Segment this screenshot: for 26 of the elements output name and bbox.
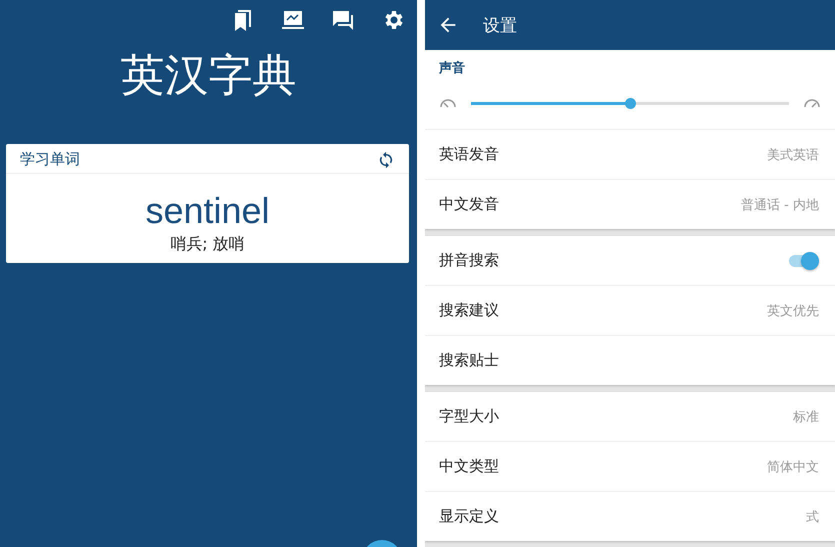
setting-label: 字型大小 — [439, 407, 499, 426]
setting-value: 英文优先 — [767, 302, 819, 320]
chart-icon[interactable] — [281, 8, 305, 32]
setting-value: 简体中文 — [767, 458, 819, 476]
refresh-icon[interactable] — [377, 150, 395, 168]
fast-speed-icon — [803, 97, 821, 109]
setting-value: 美式英语 — [767, 146, 819, 164]
setting-label: 中文发音 — [439, 195, 499, 214]
setting-label: 中文类型 — [439, 457, 499, 476]
setting-label: 搜索建议 — [439, 301, 499, 320]
setting-value: 式 — [806, 508, 819, 526]
section-heading: 声音 — [438, 60, 466, 77]
setting-value: 普通话 - 内地 — [741, 196, 819, 214]
word-translation: 哨兵; 放哨 — [170, 233, 245, 255]
setting-label: 英语发音 — [439, 145, 499, 164]
setting-value: 标准 — [793, 408, 819, 426]
setting-label: 拼音搜索 — [439, 251, 499, 270]
slow-speed-icon — [439, 97, 457, 109]
app-title: 英汉字典 — [120, 49, 298, 103]
setting-label: 搜索贴士 — [439, 351, 499, 370]
card-heading: 学习单词 — [20, 150, 80, 169]
setting-label: 显示定义 — [439, 507, 499, 526]
screen-title: 设置 — [483, 14, 517, 36]
chat-icon[interactable] — [331, 8, 355, 32]
toggle-switch[interactable] — [789, 250, 819, 270]
word-text: sentinel — [145, 189, 270, 232]
